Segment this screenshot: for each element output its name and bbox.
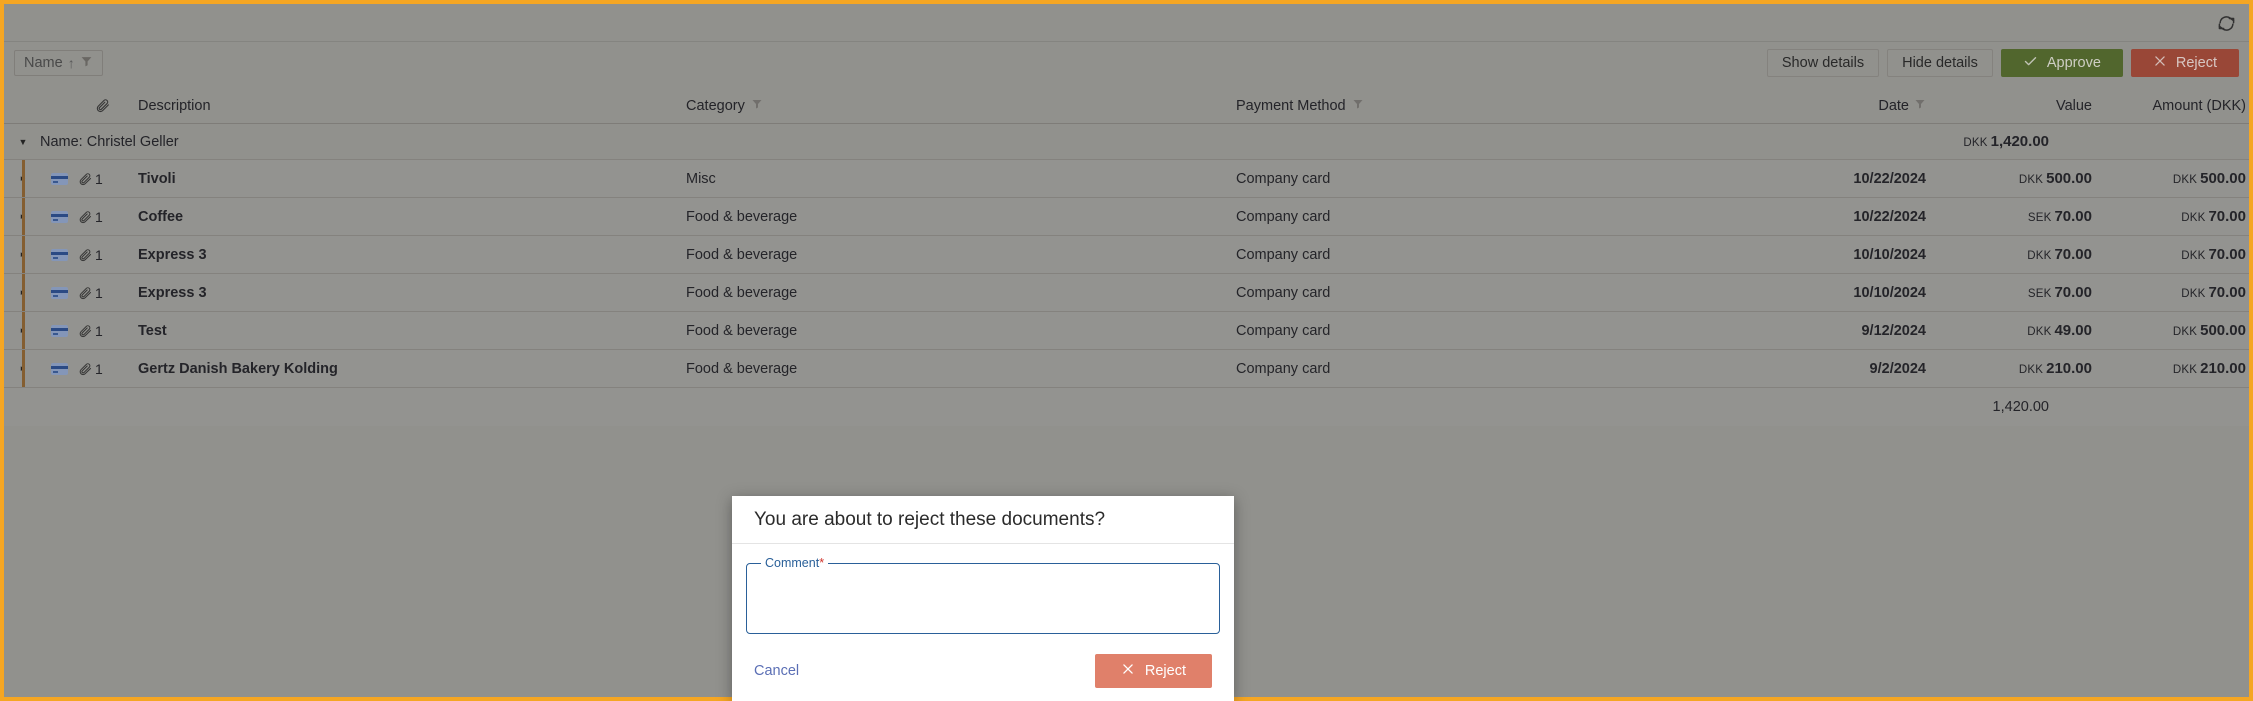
modal-overlay: You are about to reject these documents?…	[4, 4, 2249, 697]
reject-confirmation-dialog: You are about to reject these documents?…	[732, 496, 1234, 701]
dialog-body: Comment*	[732, 544, 1234, 634]
cancel-button[interactable]: Cancel	[754, 663, 799, 679]
comment-input[interactable]	[757, 578, 1209, 625]
comment-field-group: Comment*	[746, 556, 1220, 634]
comment-label: Comment*	[761, 556, 828, 570]
application-frame: Name ↑ Show details Hide details Approve	[0, 0, 2253, 701]
required-marker: *	[819, 556, 824, 570]
close-x-icon	[1121, 662, 1135, 680]
dialog-reject-button[interactable]: Reject	[1095, 654, 1212, 688]
dialog-footer: Cancel Reject	[732, 641, 1234, 701]
dialog-title: You are about to reject these documents?	[732, 496, 1234, 544]
dialog-reject-label: Reject	[1145, 663, 1186, 679]
